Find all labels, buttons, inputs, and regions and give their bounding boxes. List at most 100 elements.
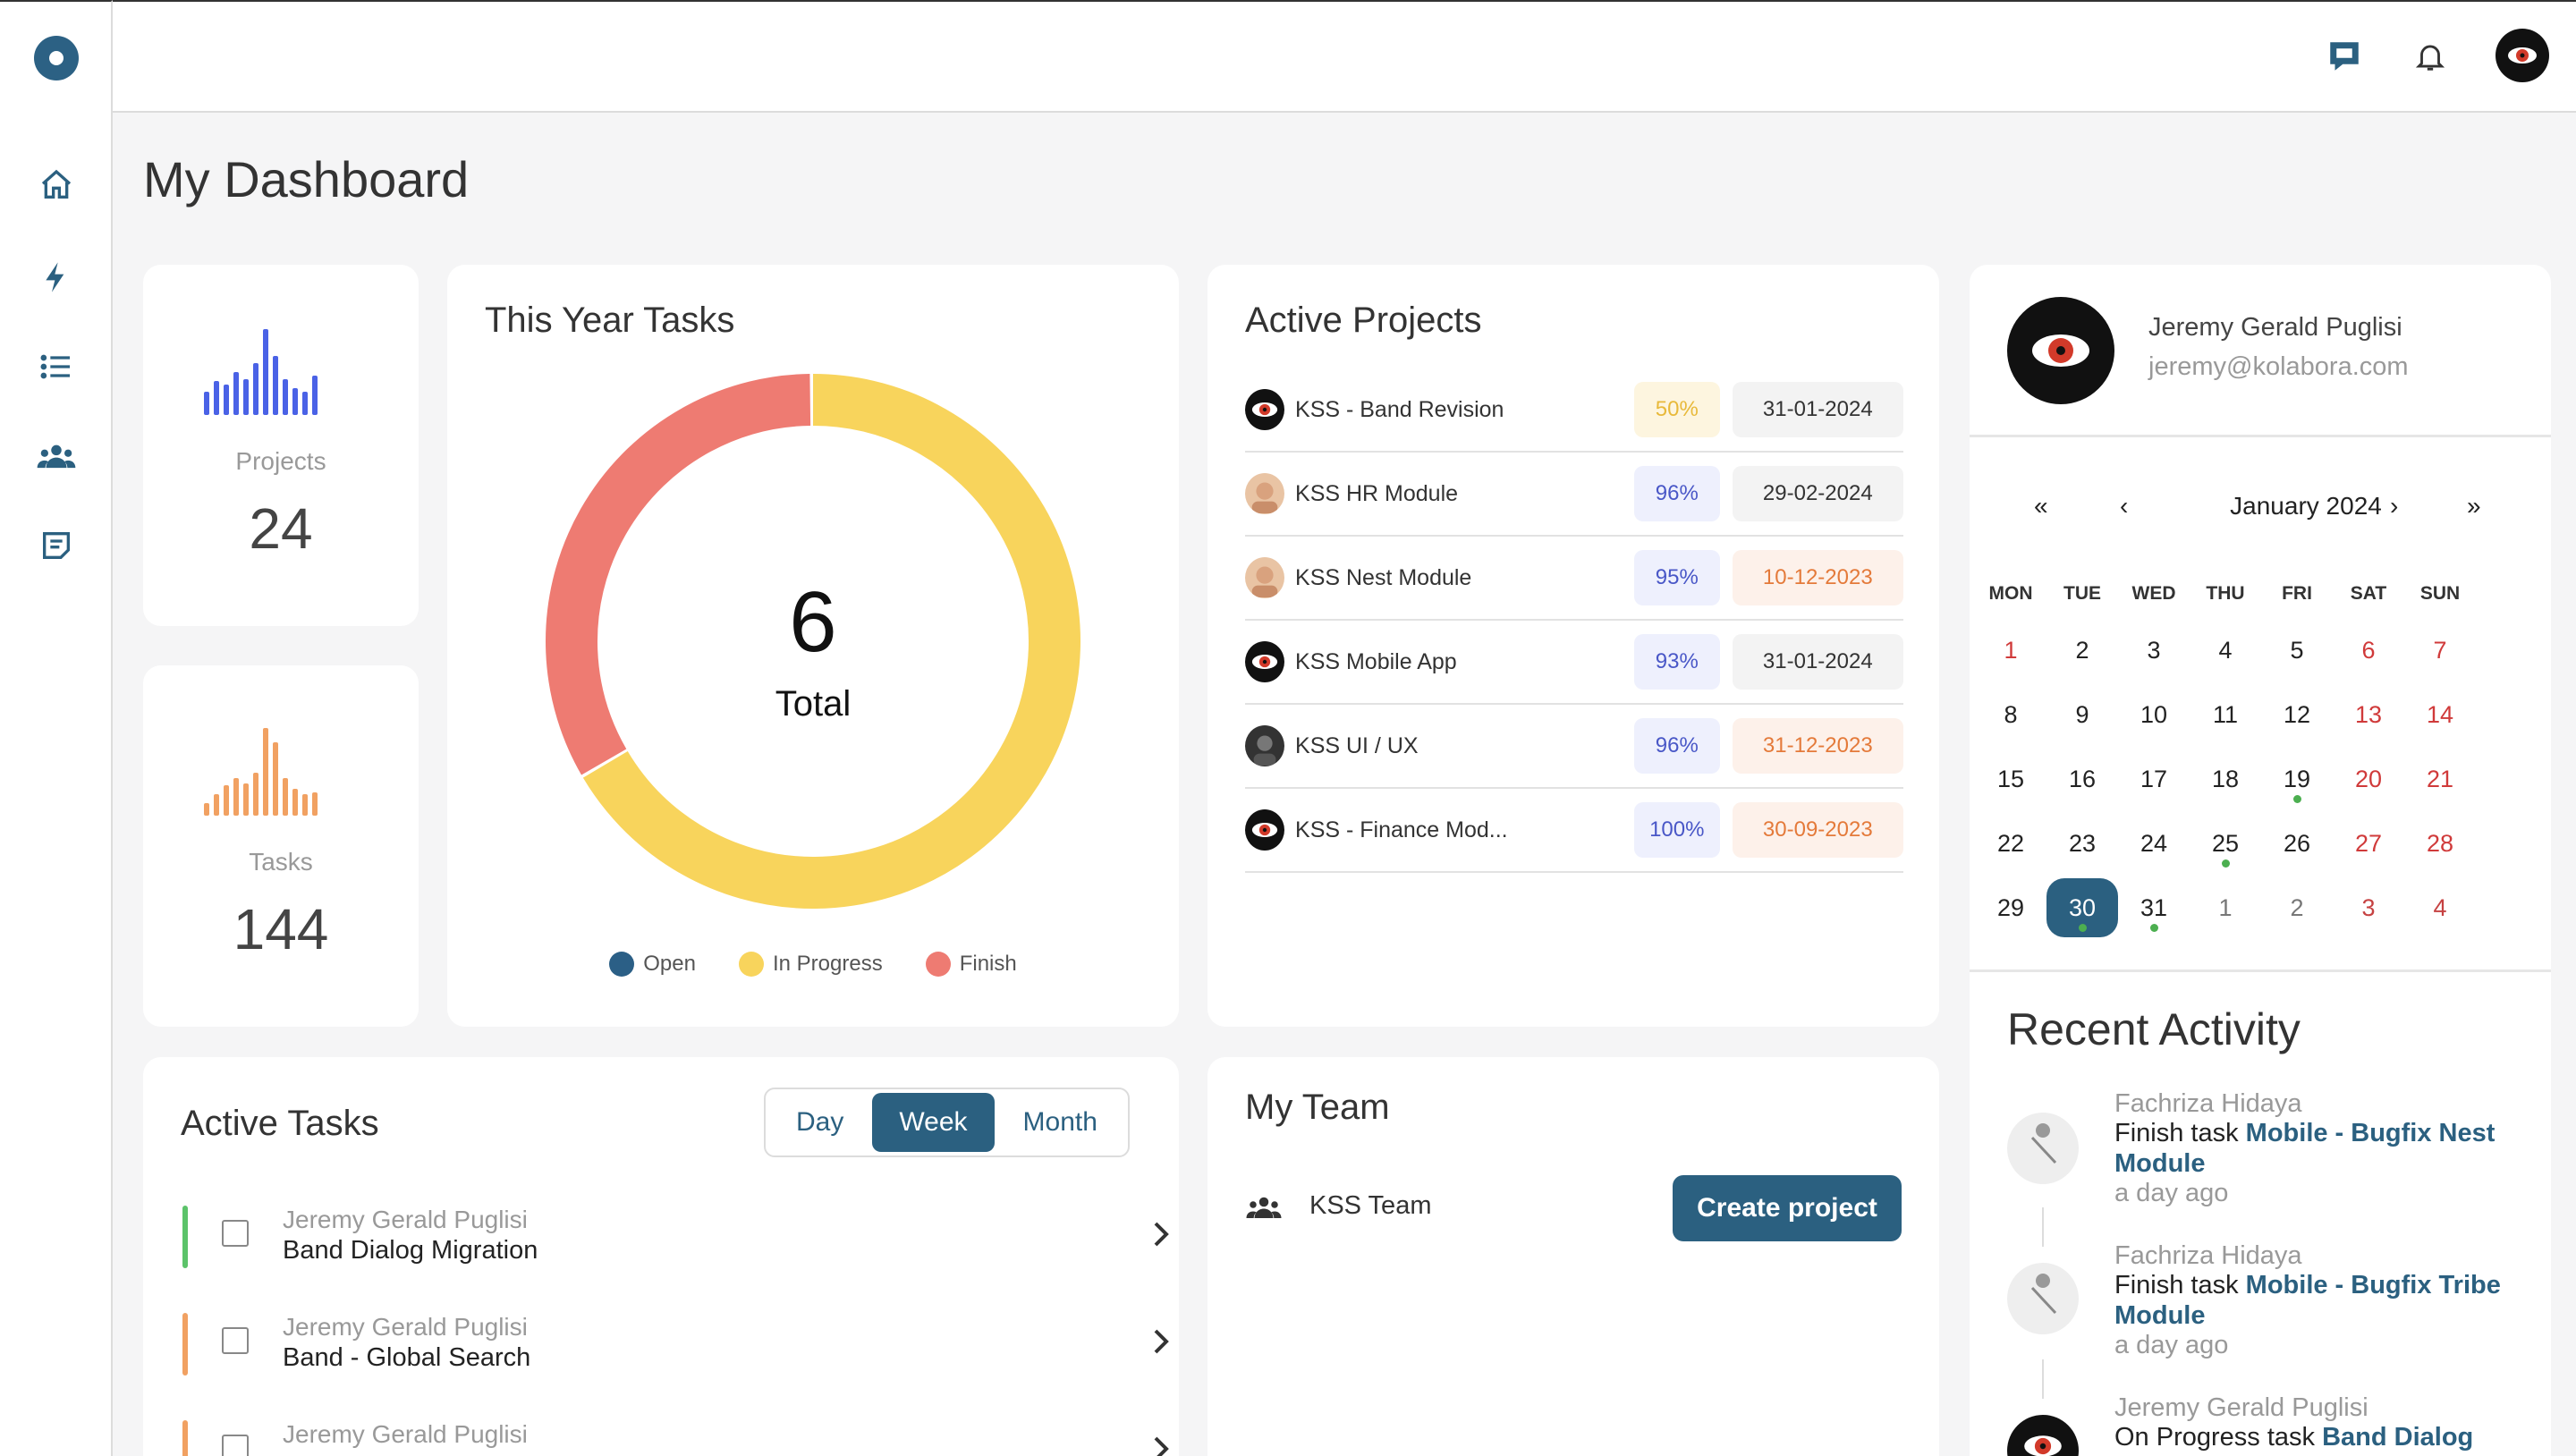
- calendar-day[interactable]: 7: [2404, 621, 2476, 680]
- calendar-day[interactable]: 23: [2046, 814, 2118, 873]
- notes-icon[interactable]: [34, 523, 79, 568]
- task-checkbox[interactable]: [222, 1327, 249, 1354]
- cal-last-button[interactable]: »: [2467, 492, 2481, 521]
- donut-slice-finish[interactable]: [546, 374, 811, 775]
- calendar-day[interactable]: 2: [2046, 621, 2118, 680]
- team-icon[interactable]: [34, 434, 79, 478]
- calendar-day-label: 20: [2354, 766, 2383, 792]
- project-avatar: [1245, 389, 1285, 430]
- task-row[interactable]: Jeremy Gerald Puglisi Band Dialog Migrat…: [182, 1206, 1169, 1277]
- app-logo[interactable]: [34, 36, 79, 80]
- chevron-right-icon[interactable]: [1148, 1325, 1174, 1362]
- calendar-day[interactable]: 4: [2190, 621, 2261, 680]
- lightning-icon[interactable]: [34, 255, 79, 300]
- active-tasks-title: Active Tasks: [181, 1104, 379, 1143]
- calendar-day-label: 5: [2290, 637, 2304, 664]
- calendar-day[interactable]: 29: [1975, 878, 2046, 937]
- activity-link[interactable]: Band Dialog: [2322, 1423, 2473, 1452]
- profile-avatar[interactable]: [2007, 297, 2114, 404]
- calendar-day[interactable]: 3: [2118, 621, 2190, 680]
- calendar-day[interactable]: 6: [2333, 621, 2404, 680]
- calendar-day-label: 3: [2361, 894, 2376, 921]
- calendar-day[interactable]: 4: [2404, 878, 2476, 937]
- calendar-day-label: 31: [2140, 894, 2168, 921]
- task-row[interactable]: Jeremy Gerald Puglisi: [182, 1420, 1169, 1456]
- legend-finish[interactable]: Finish: [925, 952, 1017, 977]
- tasks-stat-card[interactable]: Tasks 144: [143, 665, 419, 1027]
- calendar-day[interactable]: 13: [2333, 685, 2404, 744]
- calendar-day[interactable]: 8: [1975, 685, 2046, 744]
- calendar-day[interactable]: 12: [2261, 685, 2333, 744]
- project-row[interactable]: KSS UI / UX 96% 31-12-2023: [1245, 705, 1903, 789]
- calendar-day[interactable]: 3: [2333, 878, 2404, 937]
- calendar-day[interactable]: 24: [2118, 814, 2190, 873]
- range-day-button[interactable]: Day: [769, 1093, 870, 1152]
- calendar-day[interactable]: 11: [2190, 685, 2261, 744]
- task-user: Jeremy Gerald Puglisi: [283, 1206, 528, 1233]
- cal-next-button[interactable]: ›: [2390, 492, 2398, 521]
- task-row[interactable]: Jeremy Gerald Puglisi Band - Global Sear…: [182, 1313, 1169, 1384]
- calendar-day-label: 8: [2004, 701, 2018, 728]
- project-row[interactable]: KSS Nest Module 95% 10-12-2023: [1245, 537, 1903, 621]
- recent-activity-title: Recent Activity: [2007, 1004, 2301, 1054]
- calendar-day-label: 11: [2212, 701, 2239, 728]
- project-row[interactable]: KSS HR Module 96% 29-02-2024: [1245, 453, 1903, 537]
- project-row[interactable]: KSS - Band Revision 50% 31-01-2024: [1245, 368, 1903, 453]
- activity-avatar[interactable]: [2007, 1113, 2079, 1184]
- active-projects-title: Active Projects: [1245, 301, 1482, 340]
- calendar-day[interactable]: 30: [2046, 878, 2118, 937]
- calendar-day[interactable]: 9: [2046, 685, 2118, 744]
- legend-finish-dot: [925, 952, 951, 977]
- project-name: KSS - Finance Mod...: [1295, 817, 1508, 842]
- calendar-day[interactable]: 25: [2190, 814, 2261, 873]
- calendar-day[interactable]: 15: [1975, 749, 2046, 808]
- calendar-day[interactable]: 26: [2261, 814, 2333, 873]
- calendar-day[interactable]: 17: [2118, 749, 2190, 808]
- calendar-day[interactable]: 31: [2118, 878, 2190, 937]
- calendar-day[interactable]: 19: [2261, 749, 2333, 808]
- activity-text: Finish task Mobile - Bugfix Nest Module: [2114, 1118, 2535, 1179]
- calendar-day[interactable]: 21: [2404, 749, 2476, 808]
- calendar-day[interactable]: 22: [1975, 814, 2046, 873]
- calendar-day[interactable]: 18: [2190, 749, 2261, 808]
- calendar-day[interactable]: 5: [2261, 621, 2333, 680]
- chevron-right-icon[interactable]: [1148, 1433, 1174, 1456]
- legend-open[interactable]: Open: [609, 952, 696, 977]
- calendar-day[interactable]: 28: [2404, 814, 2476, 873]
- activity-avatar[interactable]: [2007, 1263, 2079, 1334]
- calendar-day[interactable]: 1: [1975, 621, 2046, 680]
- chat-icon[interactable]: [2320, 32, 2368, 80]
- projects-stat-card[interactable]: Projects 24: [143, 265, 419, 626]
- project-progress-badge: 100%: [1633, 802, 1720, 858]
- range-month-button[interactable]: Month: [996, 1093, 1124, 1152]
- tasks-label: Tasks: [249, 848, 313, 876]
- calendar-day-label: 28: [2426, 830, 2454, 857]
- home-icon[interactable]: [34, 163, 79, 207]
- chevron-right-icon[interactable]: [1148, 1218, 1174, 1255]
- legend-in-progress[interactable]: In Progress: [738, 952, 883, 977]
- bell-icon[interactable]: [2406, 32, 2454, 80]
- calendar-day-label: 10: [2140, 701, 2168, 728]
- cal-prev-button[interactable]: ‹: [2120, 492, 2128, 521]
- calendar-day-label: 18: [2211, 766, 2240, 792]
- calendar-day[interactable]: 16: [2046, 749, 2118, 808]
- cal-first-button[interactable]: «: [2034, 492, 2048, 521]
- task-checkbox[interactable]: [222, 1220, 249, 1247]
- calendar-day[interactable]: 10: [2118, 685, 2190, 744]
- user-avatar[interactable]: [2496, 29, 2549, 82]
- team-name[interactable]: KSS Team: [1309, 1191, 1431, 1221]
- calendar-day[interactable]: 27: [2333, 814, 2404, 873]
- project-row[interactable]: KSS - Finance Mod... 100% 30-09-2023: [1245, 789, 1903, 873]
- create-project-button[interactable]: Create project: [1673, 1175, 1902, 1241]
- tasks-count: 144: [233, 897, 329, 961]
- project-row[interactable]: KSS Mobile App 93% 31-01-2024: [1245, 621, 1903, 705]
- range-week-button[interactable]: Week: [872, 1093, 995, 1152]
- calendar-day[interactable]: 1: [2190, 878, 2261, 937]
- calendar-day-label: 1: [2004, 637, 2018, 664]
- calendar-day[interactable]: 14: [2404, 685, 2476, 744]
- calendar-day[interactable]: 2: [2261, 878, 2333, 937]
- activity-connector: [2042, 1207, 2044, 1247]
- calendar-day[interactable]: 20: [2333, 749, 2404, 808]
- list-icon[interactable]: [34, 344, 79, 389]
- task-checkbox[interactable]: [222, 1435, 249, 1456]
